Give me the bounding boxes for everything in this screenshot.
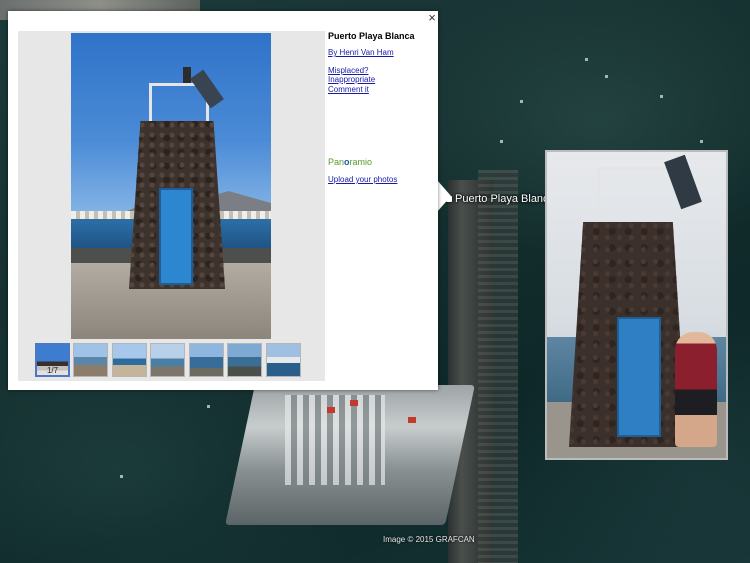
photo-preview[interactable]: [545, 150, 728, 460]
upload-photos-link[interactable]: Upload your photos: [328, 175, 397, 184]
photo-lamp: [183, 67, 191, 83]
map-place-label[interactable]: Puerto Playa Blanca: [455, 193, 555, 205]
thumbnail[interactable]: [227, 343, 262, 377]
thumbnail[interactable]: [266, 343, 301, 377]
thumbnail[interactable]: 1/7: [35, 343, 70, 377]
misplaced-link[interactable]: Misplaced?: [328, 66, 433, 76]
photo-marker[interactable]: [120, 475, 123, 478]
author-link[interactable]: By Henri Van Ham: [328, 48, 433, 58]
photo-door: [159, 188, 193, 285]
panoramio-popup: × 1/7 Puerto Playa Blanca By Henri Van H…: [8, 11, 438, 390]
photo-marker[interactable]: [605, 75, 608, 78]
thumbnail[interactable]: [73, 343, 108, 377]
photo-marker[interactable]: [585, 58, 588, 61]
close-icon[interactable]: ×: [425, 11, 439, 25]
logo-part: Pan: [328, 157, 345, 167]
preview-door: [617, 317, 661, 437]
photo-marker[interactable]: [207, 405, 210, 408]
photo-marker[interactable]: [500, 140, 503, 143]
thumbnail[interactable]: [189, 343, 224, 377]
photo-marker[interactable]: [700, 140, 703, 143]
photo-marker[interactable]: [520, 100, 523, 103]
main-photo[interactable]: [71, 33, 271, 339]
comment-link[interactable]: Comment it: [328, 85, 433, 95]
map-jetty-edge: [478, 170, 518, 563]
photo-title: Puerto Playa Blanca: [328, 31, 415, 41]
map-ferry-detail: [327, 407, 335, 413]
panoramio-logo[interactable]: Panoramio: [328, 157, 372, 167]
thumbnail[interactable]: [112, 343, 147, 377]
inappropriate-link[interactable]: Inappropriate: [328, 75, 433, 85]
logo-part: ramio: [349, 157, 373, 167]
thumbnail[interactable]: [150, 343, 185, 377]
photo-marker[interactable]: [660, 95, 663, 98]
photo-gallery: 1/7: [18, 31, 325, 381]
preview-person: [675, 332, 717, 447]
photo-info: Puerto Playa Blanca By Henri Van Ham Mis…: [328, 31, 433, 94]
map-copyright: Image © 2015 GRAFCAN: [383, 535, 475, 544]
map-ferry-detail: [408, 417, 416, 423]
popup-pointer: [437, 180, 451, 212]
map-ferry-detail: [350, 400, 358, 406]
map-ferry-deck: [285, 395, 385, 485]
photo-counter: 1/7: [37, 366, 68, 375]
